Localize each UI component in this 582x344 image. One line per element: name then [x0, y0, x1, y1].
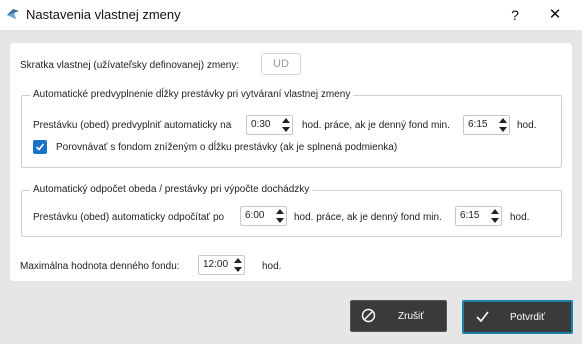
confirm-button[interactable]: Potvrdiť [462, 300, 573, 334]
deduct-after-spinner[interactable]: 6:00 [240, 206, 287, 226]
window-title: Nastavenia vlastnej zmeny [26, 7, 181, 22]
cancel-button-label: Zrušiť [398, 311, 424, 322]
title-bar: Nastavenia vlastnej zmeny ? ✕ [0, 0, 582, 30]
auto-deduct-legend: Automatický odpočet obeda / prestávky pr… [30, 184, 313, 195]
max-fund-value: 12:00 [203, 259, 229, 270]
auto-deduct-suffix: hod. [510, 212, 530, 223]
fill-fund-value: 6:15 [468, 119, 488, 130]
max-fund-label: Maximálna hodnota denného fondu: [20, 261, 180, 272]
auto-deduct-group: Automatický odpočet obeda / prestávky pr… [21, 184, 562, 237]
close-button[interactable]: ✕ [544, 5, 566, 25]
app-logo-icon [7, 9, 19, 19]
spinner-arrows-icon[interactable] [499, 118, 507, 132]
auto-deduct-middle: hod. práce, ak je denný fond min. [294, 212, 442, 223]
deduct-fund-spinner[interactable]: 6:15 [455, 206, 502, 226]
compare-label: Porovnávať s fondom zníženým o dĺžku pre… [56, 142, 398, 153]
shortcut-label: Skratka vlastnej (užívateľsky definovane… [20, 60, 240, 71]
deduct-after-value: 6:00 [245, 210, 265, 221]
auto-fill-middle: hod. práce, ak je denný fond min. [302, 120, 450, 131]
spinner-arrows-icon[interactable] [234, 258, 242, 272]
spinner-arrows-icon[interactable] [276, 209, 284, 223]
break-length-spinner[interactable]: 0:30 [246, 115, 293, 135]
fill-fund-spinner[interactable]: 6:15 [463, 115, 510, 135]
spinner-arrows-icon[interactable] [491, 209, 499, 223]
auto-fill-legend: Automatické predvyplnenie dĺžky prestávk… [30, 89, 354, 100]
checkmark-icon [476, 311, 489, 323]
checkmark-icon [35, 143, 45, 151]
max-fund-suffix: hod. [262, 261, 282, 272]
break-length-value: 0:30 [251, 119, 271, 130]
cancel-icon [361, 308, 376, 323]
deduct-fund-value: 6:15 [460, 210, 480, 221]
auto-fill-suffix: hod. [517, 120, 537, 131]
auto-deduct-prefix: Prestávku (obed) automaticky odpočítať p… [33, 212, 225, 223]
confirm-button-label: Potvrdiť [510, 312, 545, 323]
spinner-arrows-icon[interactable] [282, 118, 290, 132]
max-fund-spinner[interactable]: 12:00 [198, 255, 245, 275]
settings-panel: Skratka vlastnej (užívateľsky definovane… [10, 43, 572, 281]
shortcut-input[interactable]: UD [261, 53, 301, 75]
auto-fill-prefix: Prestávku (obed) predvyplniť automaticky… [33, 120, 232, 131]
cancel-button[interactable]: Zrušiť [350, 300, 447, 332]
compare-checkbox[interactable] [33, 140, 47, 154]
auto-fill-group: Automatické predvyplnenie dĺžky prestávk… [21, 89, 562, 168]
help-button[interactable]: ? [504, 5, 526, 25]
